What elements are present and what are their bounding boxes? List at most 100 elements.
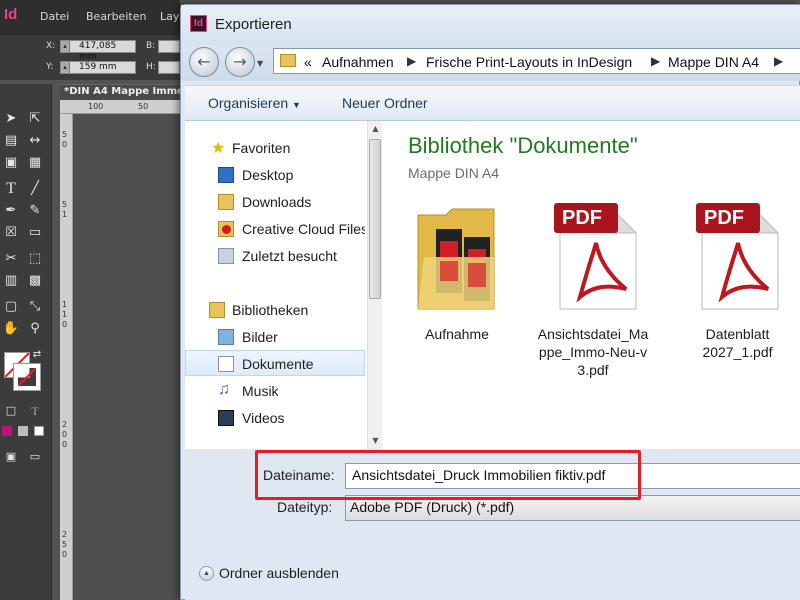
x-label: X: [46, 41, 56, 51]
formatting-text-icon[interactable]: T [26, 402, 44, 420]
star-icon: ★ [211, 140, 226, 157]
free-transform-tool-icon[interactable]: ⬚ [26, 250, 44, 268]
direct-selection-tool-icon[interactable]: ⇱ [26, 110, 44, 128]
pen-tool-icon[interactable]: ✒ [2, 202, 20, 220]
document-tab[interactable]: *DIN A4 Mappe Immo [64, 86, 184, 97]
apply-gradient-icon[interactable] [18, 426, 28, 436]
vertical-ruler: 5 0 5 1 1 1 0 2 0 0 2 5 0 [60, 114, 73, 600]
chevron-up-icon: ▲ [199, 566, 214, 581]
forward-button[interactable]: → [225, 47, 255, 77]
nav-item-favoriten[interactable]: ★ Favoriten [185, 135, 365, 161]
dialog-title: Exportieren [215, 16, 292, 33]
file-name: Ansichtsdatei_Ma ppe_Immo-Neu-v 3.pdf [537, 326, 649, 378]
chevron-right-icon[interactable]: ▶ [774, 54, 783, 68]
y-stepper-icon[interactable]: ▴ [61, 62, 70, 73]
rectangle-frame-tool-icon[interactable]: ☒ [2, 224, 20, 242]
screen-mode-icon[interactable]: ▭ [26, 448, 44, 466]
file-item-ansichtsdatei[interactable]: PDF Ansichtsdatei_Ma ppe_Immo-Neu-v 3.pd… [528, 201, 658, 391]
control-panel: X: ▴ 417,085 mm B: Y: ▴ 159 mm H: [0, 34, 180, 80]
h-field[interactable] [158, 61, 180, 74]
content-collector-icon[interactable]: ▣ [2, 154, 20, 172]
creative-cloud-icon [218, 221, 234, 237]
breadcrumb-aufnahmen[interactable]: Aufnahmen [322, 54, 394, 70]
menu-bearbeiten[interactable]: Bearbeiten [86, 10, 146, 23]
breadcrumb-overflow[interactable]: « [304, 54, 312, 70]
scroll-thumb[interactable] [369, 139, 381, 299]
nav-item-desktop[interactable]: Desktop [185, 162, 365, 188]
normal-view-icon[interactable]: ▣ [2, 448, 20, 466]
file-item-aufnahme[interactable]: Aufnahme [402, 201, 512, 351]
file-item-datenblatt[interactable]: PDF Datenblatt 2027_1.pdf [674, 201, 800, 391]
app-menubar: Id Datei Bearbeiten Lay [0, 0, 180, 34]
dialog-titlebar[interactable]: Id Exportieren [181, 5, 800, 45]
video-folder-icon [417, 208, 495, 310]
new-folder-button[interactable]: Neuer Ordner [342, 95, 428, 111]
nav-item-creative-cloud[interactable]: Creative Cloud Files [185, 216, 365, 242]
breadcrumb-mappe-din-a4[interactable]: Mappe DIN A4 [668, 54, 759, 70]
arrow-right-icon: → [233, 52, 247, 71]
pasteboard [73, 114, 180, 600]
hide-folders-button[interactable]: ▲ Ordner ausblenden [199, 565, 339, 581]
y-label: Y: [46, 62, 54, 72]
line-tool-icon[interactable]: ╱ [26, 180, 44, 198]
chevron-right-icon[interactable]: ▶ [651, 54, 660, 68]
nav-item-musik[interactable]: ♫ Musik [185, 378, 365, 404]
organize-button[interactable]: Organisieren ▼ [208, 95, 301, 111]
chevron-right-icon[interactable]: ▶ [407, 54, 416, 68]
pdf-badge: PDF [704, 207, 744, 229]
hand-tool-icon[interactable]: ✋ [2, 320, 20, 338]
nav-item-dokumente[interactable]: Dokumente [185, 350, 365, 376]
eyedropper-tool-icon[interactable]: ⤡ [26, 298, 44, 316]
downloads-folder-icon [218, 194, 234, 210]
nav-item-downloads[interactable]: Downloads [185, 189, 365, 215]
library-subtitle: Mappe DIN A4 [408, 165, 500, 181]
b-label: B: [146, 41, 156, 51]
scroll-up-arrow-icon[interactable]: ▲ [368, 121, 383, 136]
b-field[interactable] [158, 40, 180, 53]
videos-icon [218, 410, 234, 426]
formatting-container-icon[interactable]: □ [2, 402, 20, 420]
zoom-tool-icon[interactable]: ⚲ [26, 320, 44, 338]
selection-tool-icon[interactable]: ➤ [2, 110, 20, 128]
nav-item-videos[interactable]: Videos [185, 405, 365, 431]
arrow-left-icon: ← [197, 52, 211, 71]
music-icon: ♫ [218, 381, 230, 398]
type-tool-icon[interactable]: T [2, 180, 20, 198]
page-tool-icon[interactable]: ▤ [2, 132, 20, 150]
note-tool-icon[interactable]: ▢ [2, 298, 20, 316]
apply-color-icon[interactable] [2, 426, 12, 436]
h-label: H: [146, 62, 156, 72]
scissors-tool-icon[interactable]: ✂ [2, 250, 20, 268]
chevron-down-icon: ▼ [292, 100, 301, 110]
pdf-badge: PDF [562, 207, 602, 229]
nav-item-zuletzt-besucht[interactable]: Zuletzt besucht [185, 243, 365, 269]
rectangle-tool-icon[interactable]: ▭ [26, 224, 44, 242]
pencil-tool-icon[interactable]: ✎ [26, 202, 44, 220]
y-field[interactable]: ▴ 159 mm [60, 61, 136, 74]
nav-item-bibliotheken[interactable]: Bibliotheken [185, 297, 365, 323]
menu-layout[interactable]: Lay [160, 10, 179, 23]
gradient-tool-icon[interactable]: ▥ [2, 272, 20, 290]
gap-tool-icon[interactable]: ↔ [26, 132, 44, 150]
stroke-swatch-icon[interactable] [13, 363, 41, 391]
menu-datei[interactable]: Datei [40, 10, 69, 23]
breadcrumb-frische-print-layouts[interactable]: Frische Print-Layouts in InDesign [426, 54, 632, 70]
indesign-app-icon: Id [190, 15, 207, 32]
address-bar[interactable]: « Aufnahmen ▶ Frische Print-Layouts in I… [273, 48, 800, 74]
scroll-down-arrow-icon[interactable]: ▼ [368, 433, 383, 448]
library-title: Bibliothek "Dokumente" [408, 133, 638, 158]
recent-locations-chevron-icon[interactable]: ▼ [257, 59, 263, 68]
export-dialog: Id Exportieren ← → ▼ « Aufnahmen ▶ Frisc… [180, 4, 800, 600]
recent-places-icon [218, 248, 234, 264]
content-placer-icon[interactable]: ▦ [26, 154, 44, 172]
nav-scrollbar[interactable]: ▲ ▼ [367, 121, 382, 449]
x-field[interactable]: ▴ 417,085 mm [60, 40, 136, 62]
gradient-feather-tool-icon[interactable]: ▩ [26, 272, 44, 290]
command-bar: Organisieren ▼ Neuer Ordner [185, 85, 800, 121]
apply-none-icon[interactable] [34, 426, 44, 436]
pictures-icon [218, 329, 234, 345]
nav-item-bilder[interactable]: Bilder [185, 324, 365, 350]
x-stepper-icon[interactable]: ▴ [61, 41, 70, 52]
back-button[interactable]: ← [189, 47, 219, 77]
swap-colors-icon[interactable]: ⇄ [28, 346, 46, 364]
